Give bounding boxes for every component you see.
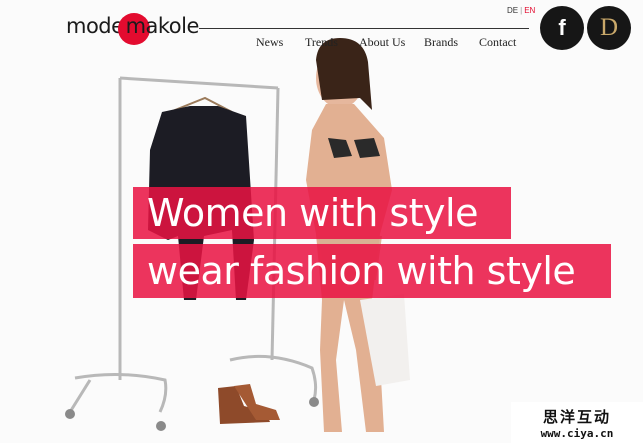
lang-en[interactable]: EN xyxy=(524,6,535,15)
facebook-icon: f xyxy=(558,15,566,40)
nav-item-trends[interactable]: Trends xyxy=(305,35,338,50)
watermark-chinese-text: 思洋互动 xyxy=(542,407,611,426)
nav-item-news[interactable]: News xyxy=(256,35,283,50)
lang-separator: | xyxy=(520,6,523,15)
watermark: 思洋互动 www.ciya.cn xyxy=(511,402,643,443)
d-logo-icon: D xyxy=(599,14,619,41)
language-switcher: DE | EN xyxy=(507,6,535,15)
site-logo[interactable]: mode makole xyxy=(66,11,200,45)
logo-word-makole: makole xyxy=(125,14,200,38)
nav-item-contact[interactable]: Contact xyxy=(479,35,516,50)
nav-item-brands[interactable]: Brands xyxy=(424,35,458,50)
headline-text-1: Women with style xyxy=(147,191,478,235)
facebook-button[interactable]: f xyxy=(540,6,584,50)
logo-word-mode: mode xyxy=(66,14,124,38)
nav-item-about-us[interactable]: About Us xyxy=(359,35,405,50)
headline-text-2: wear fashion with style xyxy=(147,249,576,293)
d-logo-button[interactable]: D xyxy=(587,6,631,50)
header-divider xyxy=(199,28,529,29)
lang-de[interactable]: DE xyxy=(507,6,518,15)
watermark-url: www.ciya.cn xyxy=(540,426,614,440)
headline-line-1: Women with style xyxy=(133,187,511,239)
headline-line-2: wear fashion with style xyxy=(133,244,611,298)
